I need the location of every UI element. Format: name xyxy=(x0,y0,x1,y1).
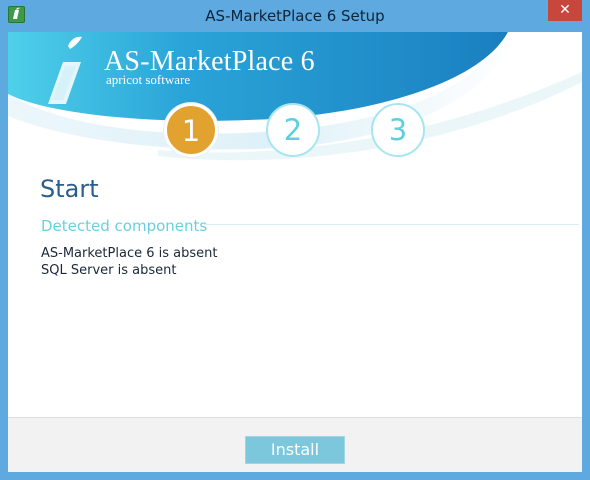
section-header: Detected components xyxy=(41,217,208,235)
step-1-indicator: 1 xyxy=(164,103,218,157)
component-status-row: SQL Server is absent xyxy=(41,263,177,278)
install-button[interactable]: Install xyxy=(245,436,345,464)
setup-window: AS-MarketPlace 6 Setup ✕ AS-MarketPlace … xyxy=(0,0,590,480)
client-area: AS-MarketPlace 6 apricot software 1 2 3 … xyxy=(8,32,582,472)
window-title: AS-MarketPlace 6 Setup xyxy=(205,7,385,25)
page-title: Start xyxy=(40,175,99,203)
footer-bar: Install xyxy=(8,417,582,472)
step-2-indicator: 2 xyxy=(266,103,320,157)
section-divider xyxy=(204,224,579,225)
brand-subtitle: apricot software xyxy=(106,72,191,87)
close-button[interactable]: ✕ xyxy=(548,0,582,21)
step-3-indicator: 3 xyxy=(371,103,425,157)
component-status-row: AS-MarketPlace 6 is absent xyxy=(41,246,218,261)
title-bar[interactable]: AS-MarketPlace 6 Setup ✕ xyxy=(0,0,590,32)
